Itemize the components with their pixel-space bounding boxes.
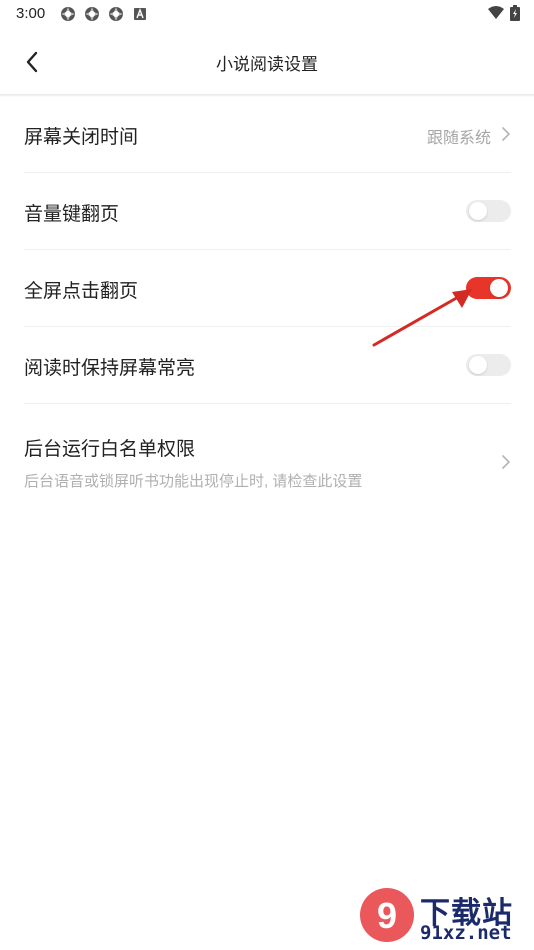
app-icon: [85, 7, 99, 21]
watermark-logo-text: 9: [377, 895, 397, 936]
watermark: 9 下载站 91xz.net: [358, 886, 528, 946]
setting-description: 后台语音或锁屏听书功能出现停止时, 请检查此设置: [24, 473, 363, 490]
setting-label: 音量键翻页: [24, 204, 120, 225]
setting-volume-key-turn: 音量键翻页: [24, 173, 511, 250]
volume-key-turn-toggle[interactable]: [466, 200, 511, 222]
toggle-knob: [469, 356, 487, 374]
chevron-right-icon: [502, 455, 510, 469]
status-time: 3:00: [16, 5, 46, 22]
wifi-icon: [488, 6, 504, 19]
watermark-logo-icon: 9: [360, 888, 414, 942]
status-bar: 3:00: [0, 0, 534, 28]
setting-background-whitelist[interactable]: 后台运行白名单权限 后台语音或锁屏听书功能出现停止时, 请检查此设置: [24, 404, 511, 494]
setting-label: 后台运行白名单权限: [24, 439, 196, 460]
toggle-knob: [490, 279, 508, 297]
watermark-url: 91xz.net: [420, 922, 512, 944]
setting-value: 跟随系统: [426, 130, 491, 147]
app-icon: [109, 7, 123, 21]
setting-label: 屏幕关闭时间: [24, 127, 139, 148]
setting-label: 全屏点击翻页: [24, 281, 139, 302]
nav-bar: 小说阅读设置: [0, 28, 534, 94]
chevron-right-icon: [502, 127, 510, 141]
setting-label: 阅读时保持屏幕常亮: [24, 358, 196, 379]
toggle-knob: [469, 202, 487, 220]
a-icon: [134, 8, 146, 20]
keep-screen-on-toggle[interactable]: [466, 354, 511, 376]
battery-icon: [510, 5, 520, 21]
annotation-arrow-icon: [372, 289, 472, 347]
app-icon: [61, 7, 75, 21]
page-title: 小说阅读设置: [216, 55, 318, 74]
setting-screen-off-time[interactable]: 屏幕关闭时间 跟随系统: [24, 96, 511, 173]
status-right-icons: [488, 5, 520, 21]
